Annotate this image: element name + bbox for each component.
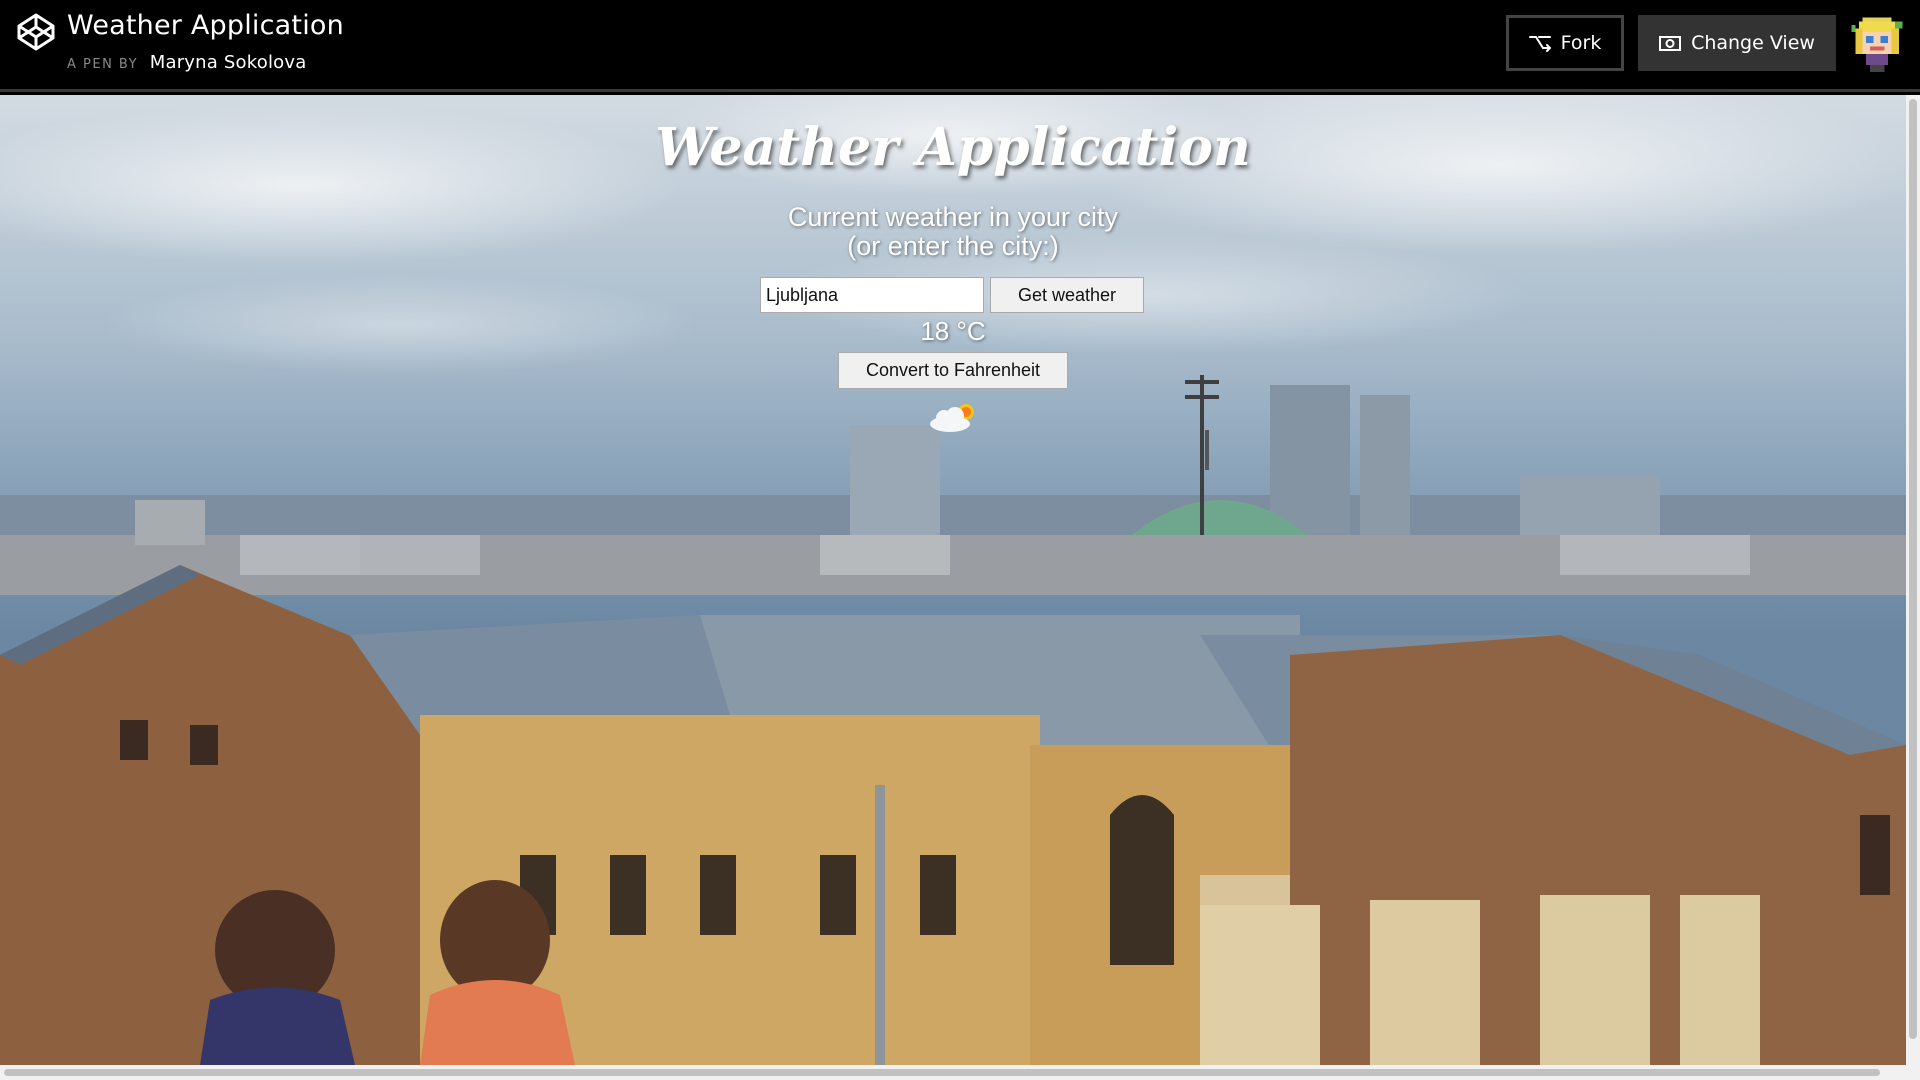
change-view-button[interactable]: Change View	[1638, 15, 1836, 71]
fork-icon	[1528, 36, 1551, 52]
partly-cloudy-icon	[930, 404, 974, 432]
vertical-scroll-thumb[interactable]	[1909, 99, 1917, 1039]
subtitle-line-1: Current weather in your city	[787, 202, 1119, 232]
get-weather-button[interactable]: Get weather	[990, 277, 1144, 313]
pen-preview: Weather Application Current weather in y…	[0, 95, 1906, 1065]
horizontal-scrollbar[interactable]	[0, 1065, 1920, 1080]
city-input[interactable]	[760, 277, 984, 313]
fork-button[interactable]: Fork	[1506, 15, 1624, 71]
codepen-logo-icon[interactable]	[16, 12, 56, 52]
app-title: Weather Application	[655, 117, 1251, 178]
temperature-display: 18 °C	[920, 316, 986, 346]
pen-byline: A PEN BY Maryna Sokolova	[67, 52, 306, 73]
byline-prefix: A PEN BY	[67, 57, 139, 72]
codepen-header: Weather Application A PEN BY Maryna Soko…	[0, 0, 1920, 92]
change-view-label: Change View	[1691, 32, 1815, 54]
subtitle-line-2: (or enter the city:)	[847, 231, 1059, 261]
fork-label: Fork	[1560, 32, 1602, 54]
author-link[interactable]: Maryna Sokolova	[150, 52, 307, 73]
pixel-avatar-icon[interactable]	[1848, 14, 1906, 72]
horizontal-scroll-thumb[interactable]	[4, 1069, 1880, 1076]
app-subtitle: Current weather in your city (or enter t…	[0, 203, 1906, 261]
pen-title: Weather Application	[67, 10, 344, 41]
view-icon	[1659, 36, 1682, 51]
convert-to-fahrenheit-button[interactable]: Convert to Fahrenheit	[838, 352, 1068, 389]
vertical-scrollbar[interactable]	[1906, 95, 1920, 1065]
